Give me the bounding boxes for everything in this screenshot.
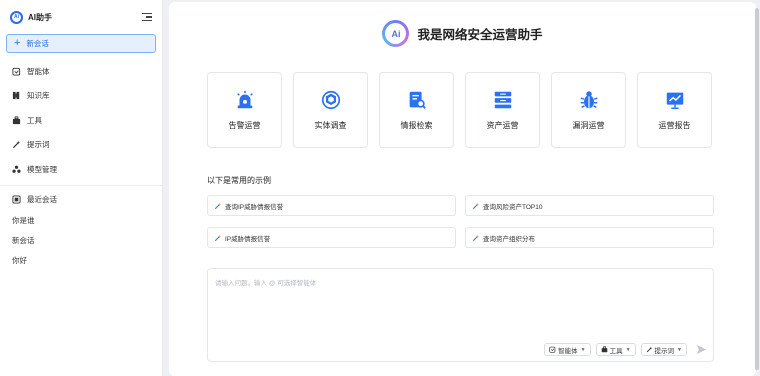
wand-icon	[472, 202, 480, 210]
chat-input[interactable]: 请输入问题。输入 @ 可选择智能体 智能体 ▼ 工具 ▼ 提示词 ▼	[207, 268, 714, 362]
collapse-sidebar-icon[interactable]	[142, 12, 152, 22]
new-chat-label: 新会话	[26, 39, 49, 48]
chevron-down-icon: ▼	[580, 346, 586, 353]
card-label: 情报检索	[400, 121, 433, 130]
page-title: 我是网络安全运营助手	[417, 28, 543, 42]
example-text: 查询IP威胁情报信誉	[225, 203, 284, 211]
card-ops-report[interactable]: 运营报告	[637, 72, 712, 148]
sidebar-header: Ai AI助手	[0, 0, 162, 34]
app-logo: Ai	[10, 10, 23, 24]
sidebar-item-agent[interactable]: 智能体	[0, 59, 162, 84]
wand-icon	[12, 140, 21, 149]
example-prompt[interactable]: 查询IP威胁情报信誉	[207, 195, 456, 216]
example-text: 查询资产组织分布	[483, 235, 535, 243]
feature-cards: 告警运营 实体调查 情报检索 资产运营 漏洞运营 运营报告	[207, 72, 712, 148]
card-asset-ops[interactable]: 资产运营	[465, 72, 540, 148]
sidebar-divider	[0, 184, 162, 186]
wand-icon	[472, 234, 480, 242]
wand-icon	[214, 234, 222, 242]
chevron-down-icon: ▼	[625, 346, 631, 353]
tool-label: 提示词	[654, 347, 675, 355]
card-entity-investigation[interactable]: 实体调查	[293, 72, 368, 148]
wand-icon	[646, 346, 653, 353]
alarm-icon	[236, 90, 253, 109]
sidebar-item-label: 模型管理	[27, 164, 57, 174]
chevron-down-icon: ▼	[677, 346, 682, 353]
sidebar-item-knowledge[interactable]: 知识库	[0, 84, 162, 109]
example-text: 查询风险资产TOP10	[483, 203, 543, 211]
book-icon	[12, 91, 21, 100]
app-brand: AI助手	[28, 12, 52, 22]
recent-section-title: 最近会话	[0, 189, 162, 211]
toolbox-icon	[12, 116, 21, 125]
sidebar-item-label: 知识库	[27, 91, 50, 101]
sidebar-item-models[interactable]: 模型管理	[0, 157, 162, 182]
example-prompt[interactable]: 查询风险资产TOP10	[465, 195, 714, 216]
server-icon	[494, 91, 511, 109]
sidebar-item-prompts[interactable]: 提示词	[0, 133, 162, 158]
tool-label: 工具	[609, 347, 623, 355]
recent-title-label: 最近会话	[27, 195, 57, 204]
card-label: 漏洞运营	[572, 121, 605, 130]
doc-search-icon	[409, 91, 426, 109]
history-icon	[12, 195, 21, 204]
card-vuln-ops[interactable]: 漏洞运营	[551, 72, 626, 148]
input-toolbar: 智能体 ▼ 工具 ▼ 提示词 ▼	[544, 343, 707, 356]
recent-chat-item[interactable]: 你好	[0, 251, 162, 271]
example-prompt[interactable]: IP威胁情报信誉	[207, 227, 456, 248]
bug-icon	[580, 91, 597, 109]
sidebar: Ai AI助手 + 新会话 智能体 知识库 工具 提示词 模型管理 最近会话 你…	[0, 0, 163, 376]
sidebar-item-tools[interactable]: 工具	[0, 108, 162, 133]
agent-select-button[interactable]: 智能体 ▼	[544, 343, 591, 356]
examples-title: 以下是常用的示例	[207, 176, 271, 185]
entity-icon	[321, 90, 340, 110]
sidebar-item-label: 智能体	[27, 66, 50, 76]
wand-icon	[214, 202, 222, 210]
card-label: 实体调查	[314, 121, 347, 130]
plus-icon: +	[14, 37, 21, 49]
tool-select-button[interactable]: 工具 ▼	[595, 343, 636, 356]
card-label: 运营报告	[658, 121, 691, 130]
page-scrollbar[interactable]	[755, 8, 759, 370]
card-label: 告警运营	[228, 121, 261, 130]
assistant-logo-text: Ai	[385, 23, 407, 44]
report-icon	[666, 92, 683, 109]
prompt-select-button[interactable]: 提示词 ▼	[640, 343, 687, 356]
toolbox-icon	[601, 346, 608, 353]
new-chat-button[interactable]: + 新会话	[6, 34, 156, 53]
send-icon	[696, 344, 706, 355]
card-label: 资产运营	[486, 121, 519, 130]
logo-text: Ai	[14, 14, 19, 20]
recent-chat-item[interactable]: 你是谁	[0, 211, 162, 231]
tool-label: 智能体	[558, 347, 578, 355]
example-prompt[interactable]: 查询资产组织分布	[465, 227, 714, 248]
model-icon	[12, 165, 21, 174]
card-intel-search[interactable]: 情报检索	[379, 72, 454, 148]
recent-chat-item[interactable]: 新会话	[0, 231, 162, 251]
sidebar-item-label: 提示词	[27, 140, 50, 150]
assistant-header: Ai 我是网络安全运营助手	[169, 20, 756, 47]
example-text: IP威胁情报信誉	[225, 235, 271, 243]
main-panel: Ai 我是网络安全运营助手 告警运营 实体调查 情报检索 资产运营 漏洞运营 运…	[169, 2, 756, 376]
assistant-logo: Ai	[382, 20, 410, 47]
sidebar-item-label: 工具	[27, 115, 42, 125]
chat-input-placeholder: 请输入问题。输入 @ 可选择智能体	[215, 280, 317, 287]
card-alarm-ops[interactable]: 告警运营	[207, 72, 282, 148]
agent-icon	[549, 346, 556, 353]
send-button[interactable]	[695, 344, 707, 356]
agent-icon	[12, 67, 21, 76]
